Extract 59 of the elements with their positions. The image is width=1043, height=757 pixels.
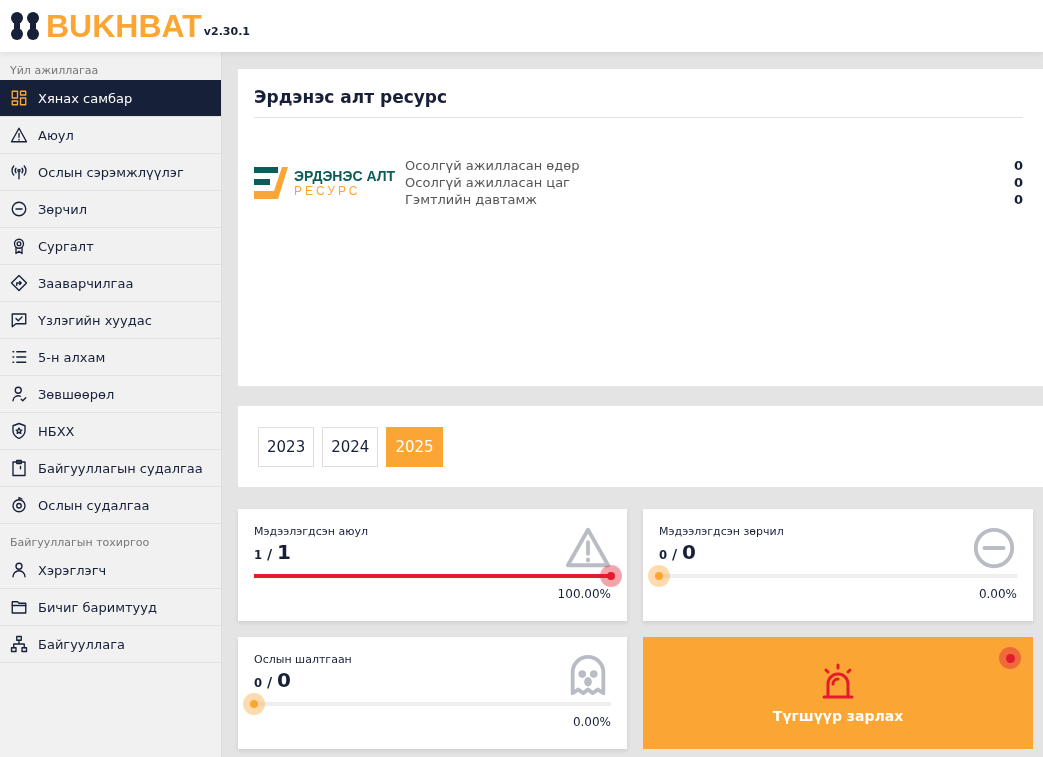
list-icon	[10, 348, 28, 366]
sidebar-item[interactable]: Ослын судалгаа	[0, 487, 221, 524]
record-indicator-icon	[999, 647, 1021, 669]
sidebar-item[interactable]: Зөвшөөрөл	[0, 376, 221, 413]
usercheck-icon	[10, 385, 28, 403]
count-value: 0 / 0	[659, 540, 697, 564]
sidebar-item[interactable]: НБХХ	[0, 413, 221, 450]
direction-icon	[10, 274, 28, 292]
user-icon	[10, 561, 28, 579]
section-title: Үйл ажиллагаа	[9, 63, 100, 79]
card-title: Мэдээлэгдсэн аюул	[254, 525, 368, 538]
warning-icon	[10, 126, 28, 144]
sidebar-item[interactable]: Зөрчил	[0, 191, 221, 228]
logo-name: ЭРДЭНЭС АЛТ	[294, 167, 396, 184]
brand-name: BUKHBAT	[46, 7, 202, 45]
logo-icon	[10, 11, 40, 41]
stat-value: 0	[1013, 192, 1023, 207]
section-title: Байгууллагын тохиргоо	[9, 535, 151, 551]
folder-icon	[10, 598, 28, 616]
minus-icon	[10, 200, 28, 218]
slider-thumb[interactable]	[648, 565, 670, 587]
check-icon	[10, 311, 28, 329]
sidebar-item[interactable]: Ослын сэрэмжлүүлэг	[0, 154, 221, 191]
year-tab[interactable]: 2023	[258, 426, 315, 467]
sidebar-item[interactable]: Байгууллагын судалгаа	[0, 450, 221, 487]
stat-label: Гэмтлийн давтамж	[405, 192, 538, 207]
stat-label: Осолгүй ажилласан цаг	[405, 175, 570, 190]
stat-value: 0	[1013, 175, 1023, 190]
percent-label: 0.00%	[977, 587, 1017, 601]
logo-subtitle: РЕСУРС	[294, 183, 361, 198]
sidebar-item[interactable]: Үзлэгийн хуудас	[0, 302, 221, 339]
sidebar-item[interactable]: Сургалт	[0, 228, 221, 265]
version-label: v2.30.1	[203, 25, 250, 38]
percent-label: 0.00%	[571, 715, 611, 729]
sidebar-item[interactable]: Бичиг баримтууд	[0, 589, 221, 626]
slider-thumb[interactable]	[243, 693, 265, 715]
sidebar-item[interactable]: Зааварчилгаа	[0, 265, 221, 302]
target-icon	[10, 496, 28, 514]
percent-label: 100.00%	[556, 587, 611, 601]
slider-thumb[interactable]	[600, 565, 622, 587]
sidebar-item[interactable]: Хэрэглэгч	[0, 552, 221, 589]
sidebar-item[interactable]: Байгууллага	[0, 626, 221, 663]
card-title: Мэдээлэгдсэн зөрчил	[659, 525, 784, 538]
stat-value: 0	[1013, 158, 1023, 173]
signal-icon	[10, 163, 28, 181]
sidebar-item[interactable]: Аюул	[0, 117, 221, 154]
dashboard-icon	[10, 89, 28, 107]
card-title: Ослын шалтгаан	[254, 653, 352, 666]
sidebar-item[interactable]: 5-н алхам	[0, 339, 221, 376]
year-tab[interactable]: 2024	[322, 426, 379, 467]
sidebar-item[interactable]: Хянах самбар	[0, 80, 221, 117]
company-title: Эрдэнэс алт ресурс	[254, 87, 1023, 118]
clipboard-icon	[10, 459, 28, 477]
stat-label: Осолгүй ажилласан өдөр	[405, 158, 580, 173]
count-value: 0 / 0	[254, 668, 292, 692]
shield-icon	[10, 422, 28, 440]
org-icon	[10, 635, 28, 653]
count-value: 1 / 1	[254, 540, 292, 564]
company-logo-icon	[254, 166, 290, 199]
